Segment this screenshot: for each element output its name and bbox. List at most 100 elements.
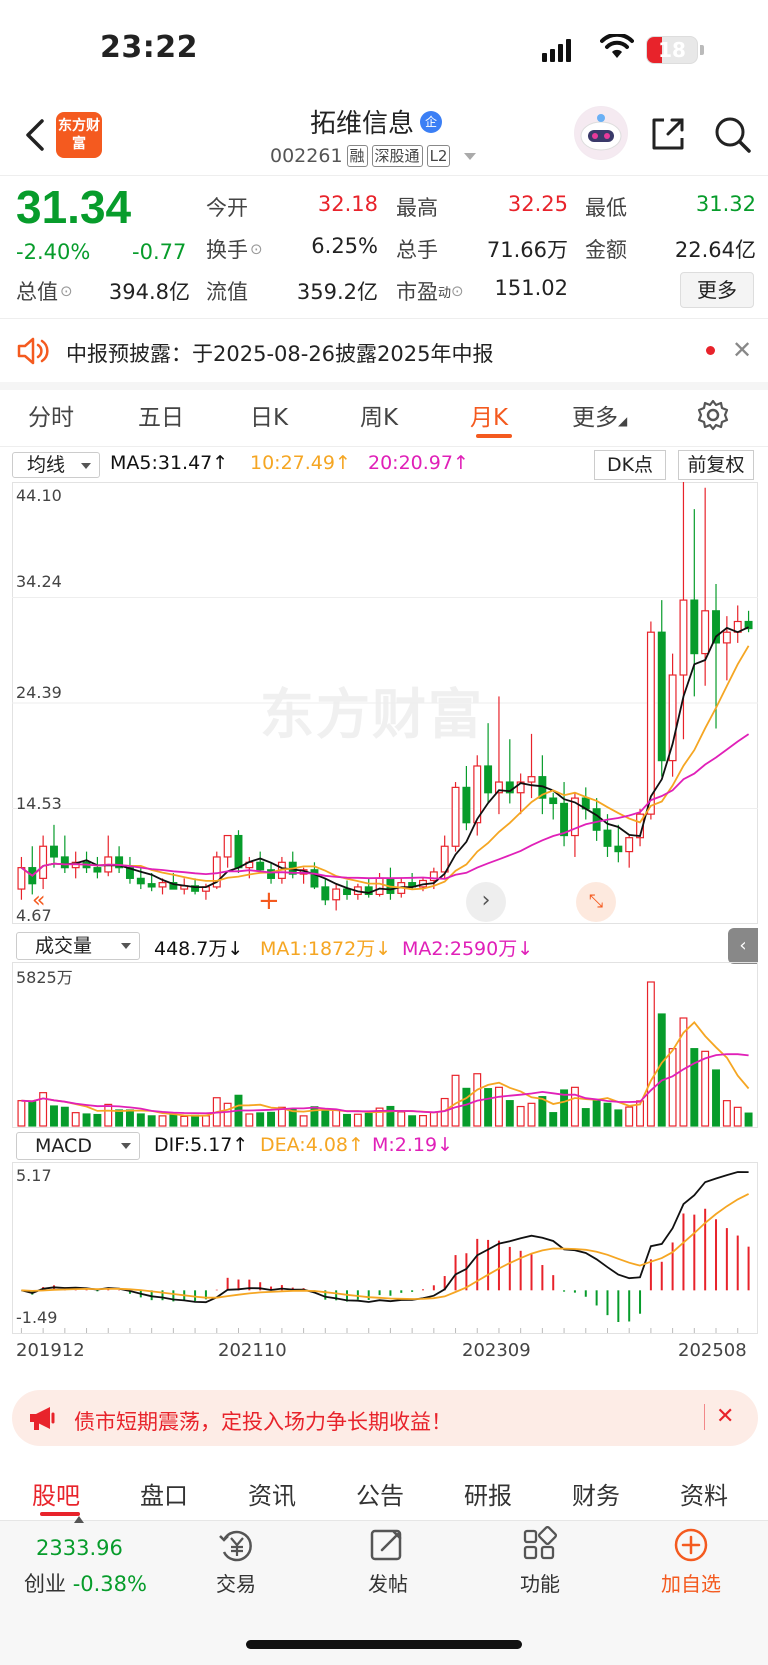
candle-body (625, 837, 634, 853)
volume-bar (299, 1115, 308, 1127)
tab-weekly-k[interactable]: 周K (360, 398, 398, 432)
close-icon[interactable]: ✕ (716, 1404, 734, 1429)
post-edit-icon[interactable] (368, 1526, 406, 1564)
trade-yen-icon[interactable] (216, 1528, 256, 1564)
stock-name: 拓维信息 (310, 109, 415, 139)
tab-pankou[interactable]: 盘口 (140, 1476, 188, 1511)
close-icon[interactable]: ✕ (732, 336, 752, 364)
macd-chart[interactable] (12, 1162, 758, 1334)
candle-body (484, 765, 493, 794)
turnover-label-wrap[interactable]: 换手 ⊙ (206, 234, 263, 264)
pe-label-wrap[interactable]: 市盈 动 ⊙ (396, 276, 464, 306)
candlestick-chart[interactable] (12, 482, 758, 924)
divider (0, 318, 768, 319)
back-arrow-icon[interactable] (20, 115, 50, 155)
wifi-icon (600, 34, 634, 58)
volume-bar (494, 1086, 503, 1127)
status-time: 23:22 (100, 30, 198, 65)
candle-body (93, 867, 102, 873)
volume-bar (82, 1113, 91, 1127)
tab-intraday[interactable]: 分时 (28, 398, 74, 432)
candle-body (39, 845, 48, 879)
search-icon[interactable] (712, 114, 752, 154)
volume-bar (386, 1105, 395, 1127)
high-value: 32.25 (507, 192, 568, 216)
trade-label[interactable]: 交易 (196, 1568, 276, 1597)
price-axis-label: 44.10 (16, 486, 62, 505)
dk-point-button[interactable]: DK点 (594, 450, 666, 480)
float-value: 359.2亿 (296, 280, 378, 304)
caret-icon: ◢ (618, 414, 628, 428)
date-axis: 201912 202110 202309 202508 (12, 1338, 758, 1368)
date-tick: 201912 (16, 1340, 85, 1361)
volume-bar (451, 1074, 460, 1127)
expand-icon[interactable]: ⤡ (576, 882, 616, 922)
battery-tip (700, 45, 704, 55)
open-label: 今开 (206, 196, 248, 220)
volume-label: 总手 (396, 238, 438, 262)
volume-bar (733, 1106, 742, 1127)
chevron-right-icon[interactable]: › (466, 882, 506, 922)
legend-volume: 448.7万↓ (154, 938, 244, 960)
functions-label[interactable]: 功能 (500, 1568, 580, 1597)
turnover-value: 6.25% (311, 234, 378, 258)
candle-body (657, 631, 666, 762)
notice-text: 中报预披露：于2025-08-26披露2025年中报 (66, 342, 494, 366)
tab-five-day[interactable]: 五日 (138, 398, 184, 432)
tab-more[interactable]: 更多◢ (572, 398, 627, 432)
add-watchlist-label[interactable]: 加自选 (646, 1568, 736, 1597)
volume-bar (125, 1109, 134, 1127)
amount-label: 金额 (585, 238, 627, 262)
tab-announcement[interactable]: 公告 (356, 1476, 404, 1511)
more-button[interactable]: 更多 (680, 272, 754, 308)
scroll-left-icon[interactable]: « (32, 888, 45, 913)
post-label[interactable]: 发帖 (348, 1568, 428, 1597)
mktcap-label-wrap[interactable]: 总值 ⊙ (16, 276, 73, 306)
info-icon: ⊙ (250, 240, 263, 258)
volume-bar (722, 1100, 731, 1127)
stock-code: 002261 (270, 145, 343, 167)
volume-bar (527, 1102, 536, 1127)
volume-chart[interactable] (12, 962, 758, 1128)
expand-up-icon[interactable] (74, 1516, 84, 1523)
volume-bar (581, 1108, 590, 1127)
forward-adjust-button[interactable]: 前复权 (678, 450, 754, 480)
candle-body (451, 786, 460, 847)
functions-grid-icon[interactable] (520, 1526, 558, 1564)
pe-super: 动 (438, 285, 452, 301)
share-icon[interactable] (648, 114, 688, 154)
tab-guba[interactable]: 股吧 (32, 1476, 80, 1511)
add-watchlist-icon[interactable] (672, 1526, 710, 1564)
index-value[interactable]: 2333.96 (36, 1536, 123, 1560)
volume-bar (549, 1112, 558, 1127)
dropdown-arrow-icon (81, 463, 91, 469)
unread-dot (706, 346, 715, 355)
tab-research[interactable]: 研报 (464, 1476, 512, 1511)
candle-body (321, 886, 330, 901)
volume-indicator-select[interactable]: 成交量 (16, 932, 140, 960)
volume-bar (701, 1050, 710, 1127)
tab-profile[interactable]: 资料 (680, 1476, 728, 1511)
tab-finance[interactable]: 财务 (572, 1476, 620, 1511)
collapse-panel-handle[interactable]: ‹ (728, 928, 758, 964)
crosshair-plus-icon[interactable]: + (258, 886, 280, 916)
cellular-signal-icon (542, 38, 571, 62)
candle-body (17, 867, 26, 890)
candle-body (592, 808, 601, 831)
ma-indicator-select[interactable]: 均线 (12, 452, 100, 478)
candle-body (158, 882, 167, 888)
candle-body (690, 599, 699, 655)
legend-ma1: MA1:1872万↓ (260, 938, 392, 960)
battery-level-text: 18 (658, 38, 686, 62)
legend-ma10: 10:27.49↑ (250, 452, 351, 474)
tab-monthly-k[interactable]: 月K (470, 398, 508, 432)
macd-indicator-select[interactable]: MACD (16, 1132, 140, 1160)
settings-gear-icon[interactable] (696, 398, 730, 432)
ai-assistant-icon[interactable] (574, 106, 628, 160)
tab-daily-k[interactable]: 日K (250, 398, 288, 432)
volume-bar (744, 1112, 753, 1127)
tab-news[interactable]: 资讯 (248, 1476, 296, 1511)
stock-code-row[interactable]: 002261 融 深股通 L2 (270, 145, 477, 167)
index-change[interactable]: 创业 -0.38% (24, 1568, 147, 1598)
volume-bar (71, 1112, 80, 1127)
